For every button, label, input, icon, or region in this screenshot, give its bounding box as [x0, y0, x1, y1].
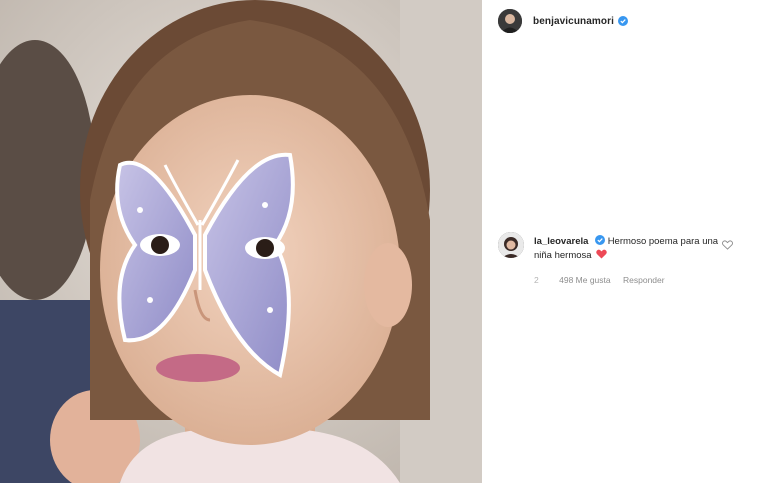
- comment-meta: 2 498 Me gusta Responder: [534, 275, 675, 285]
- verified-badge-icon: [595, 235, 606, 245]
- avatar-image: [498, 9, 522, 33]
- reply-button[interactable]: Responder: [623, 275, 665, 285]
- heart-emoji-icon: [596, 249, 607, 259]
- avatar-image: [498, 232, 524, 258]
- girl-butterfly-photo: [0, 0, 482, 483]
- post-photo[interactable]: [0, 0, 482, 483]
- comment-body: la_leovarela Hermoso poema para una niña…: [534, 235, 724, 263]
- verified-badge-icon: [617, 16, 628, 26]
- post-header: benjavicunamori: [498, 8, 628, 34]
- comment-time: 2: [534, 275, 539, 285]
- commenter-avatar[interactable]: [498, 232, 524, 258]
- post-sidebar: benjavicunamori la_leovarela Hermoso poe…: [482, 0, 767, 483]
- author-username[interactable]: benjavicunamori: [533, 16, 614, 27]
- commenter-username[interactable]: la_leovarela: [534, 236, 588, 247]
- author-avatar[interactable]: [498, 9, 522, 33]
- comment-likes[interactable]: 498 Me gusta: [559, 275, 611, 285]
- like-heart-icon[interactable]: [722, 240, 733, 250]
